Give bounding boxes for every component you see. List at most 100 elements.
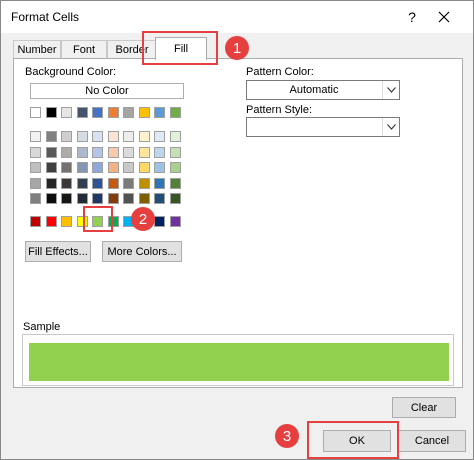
tab-fill[interactable]: Fill: [155, 37, 207, 60]
theme-shade-swatch[interactable]: [169, 177, 181, 189]
theme-shade-swatch[interactable]: [138, 146, 150, 158]
clear-label: Clear: [410, 401, 438, 414]
theme-shade-swatch[interactable]: [107, 146, 119, 158]
theme-shade-swatch[interactable]: [138, 162, 150, 173]
sample-preview: [29, 343, 449, 381]
theme-shade-swatch[interactable]: [107, 177, 119, 189]
theme-shade-swatch[interactable]: [61, 146, 72, 158]
theme-shade-swatch[interactable]: [30, 193, 41, 204]
annotation-badge-1: 1: [225, 36, 249, 60]
tab-font[interactable]: Font: [61, 40, 107, 59]
theme-color-swatch[interactable]: [169, 107, 181, 118]
theme-shade-swatch[interactable]: [154, 146, 165, 158]
theme-shade-swatch[interactable]: [107, 193, 119, 204]
background-color-label: Background Color:: [25, 66, 117, 78]
theme-shade-swatch[interactable]: [123, 193, 134, 204]
theme-shade-swatch[interactable]: [92, 131, 103, 142]
theme-shade-swatch[interactable]: [30, 146, 41, 158]
theme-shade-swatch[interactable]: [45, 193, 57, 204]
clear-button[interactable]: Clear: [392, 397, 456, 418]
theme-shade-swatch[interactable]: [45, 131, 57, 142]
theme-color-swatch[interactable]: [76, 107, 88, 118]
pattern-color-dropdown[interactable]: Automatic: [246, 80, 400, 100]
standard-color-swatch[interactable]: [45, 216, 57, 227]
theme-shade-swatch[interactable]: [154, 162, 165, 173]
standard-color-swatch[interactable]: [169, 216, 181, 227]
theme-shade-swatch[interactable]: [107, 131, 119, 142]
theme-shade-swatch[interactable]: [138, 131, 150, 142]
pattern-style-dropdown[interactable]: [246, 117, 400, 137]
cancel-button[interactable]: Cancel: [398, 430, 466, 452]
theme-shade-swatch[interactable]: [123, 146, 134, 158]
annotation-ok-highlight: [307, 421, 399, 459]
theme-shade-swatch[interactable]: [123, 162, 134, 173]
dialog-title: Format Cells: [11, 10, 80, 24]
theme-shade-swatch[interactable]: [92, 162, 103, 173]
theme-shade-swatch[interactable]: [138, 177, 150, 189]
theme-shade-swatch[interactable]: [123, 131, 134, 142]
theme-color-swatch[interactable]: [45, 107, 57, 118]
pattern-color-value: Automatic: [289, 84, 339, 96]
theme-shade-swatch[interactable]: [169, 131, 181, 142]
theme-color-swatch[interactable]: [138, 107, 150, 118]
theme-shade-swatch[interactable]: [92, 193, 103, 204]
theme-shade-swatch[interactable]: [154, 131, 165, 142]
pattern-style-label: Pattern Style:: [246, 104, 313, 116]
more-colors-label: More Colors...: [107, 245, 177, 258]
theme-shade-swatch[interactable]: [123, 177, 134, 189]
close-icon: [438, 11, 450, 23]
fill-effects-label: Fill Effects...: [28, 245, 88, 258]
theme-shade-swatch[interactable]: [30, 162, 41, 173]
theme-shade-swatch[interactable]: [138, 193, 150, 204]
theme-shade-swatch[interactable]: [107, 162, 119, 173]
theme-shade-swatch[interactable]: [76, 131, 88, 142]
standard-color-swatch[interactable]: [30, 216, 41, 227]
theme-shade-swatch[interactable]: [154, 193, 165, 204]
theme-color-swatch[interactable]: [92, 107, 103, 118]
theme-color-swatch[interactable]: [61, 107, 72, 118]
theme-shade-swatch[interactable]: [76, 193, 88, 204]
annotation-swatch-highlight: [83, 206, 113, 232]
theme-shade-swatch[interactable]: [76, 146, 88, 158]
theme-shade-swatch[interactable]: [169, 193, 181, 204]
theme-shade-swatch[interactable]: [76, 177, 88, 189]
help-button[interactable]: ?: [397, 5, 427, 29]
theme-shade-swatch[interactable]: [61, 162, 72, 173]
theme-color-swatch[interactable]: [107, 107, 119, 118]
theme-color-swatch[interactable]: [30, 107, 41, 118]
theme-shade-swatch[interactable]: [30, 177, 41, 189]
theme-shade-swatch[interactable]: [45, 162, 57, 173]
no-color-button[interactable]: No Color: [30, 83, 184, 99]
chevron-down-icon: [382, 118, 399, 136]
cancel-label: Cancel: [414, 435, 450, 447]
standard-color-swatch[interactable]: [154, 216, 165, 227]
theme-shade-swatch[interactable]: [92, 177, 103, 189]
theme-shade-swatch[interactable]: [30, 131, 41, 142]
theme-shade-swatch[interactable]: [92, 146, 103, 158]
theme-shade-swatch[interactable]: [45, 177, 57, 189]
tab-number[interactable]: Number: [13, 40, 61, 59]
theme-shade-swatch[interactable]: [61, 193, 72, 204]
format-cells-dialog: Format Cells ? Number Font Border Fill B…: [0, 0, 474, 460]
annotation-badge-3: 3: [275, 424, 299, 448]
fill-effects-button[interactable]: Fill Effects...: [25, 241, 91, 262]
theme-shade-swatch[interactable]: [45, 146, 57, 158]
standard-color-swatch[interactable]: [61, 216, 72, 227]
pattern-color-label: Pattern Color:: [246, 66, 314, 78]
theme-shade-swatch[interactable]: [169, 146, 181, 158]
theme-shade-swatch[interactable]: [169, 162, 181, 173]
theme-shade-swatch[interactable]: [61, 131, 72, 142]
close-button[interactable]: [429, 5, 459, 29]
sample-label: Sample: [23, 321, 61, 333]
theme-shade-swatch[interactable]: [61, 177, 72, 189]
theme-shade-swatch[interactable]: [154, 177, 165, 189]
help-icon: ?: [408, 9, 416, 25]
sample-frame: [22, 334, 454, 386]
more-colors-button[interactable]: More Colors...: [102, 241, 182, 262]
theme-color-swatch[interactable]: [123, 107, 134, 118]
fill-panel: Background Color: No Color Fill Effects.…: [13, 58, 463, 388]
title-bar: Format Cells ?: [1, 1, 473, 33]
theme-shade-swatch[interactable]: [76, 162, 88, 173]
chevron-down-icon: [382, 81, 399, 99]
theme-color-swatch[interactable]: [154, 107, 165, 118]
